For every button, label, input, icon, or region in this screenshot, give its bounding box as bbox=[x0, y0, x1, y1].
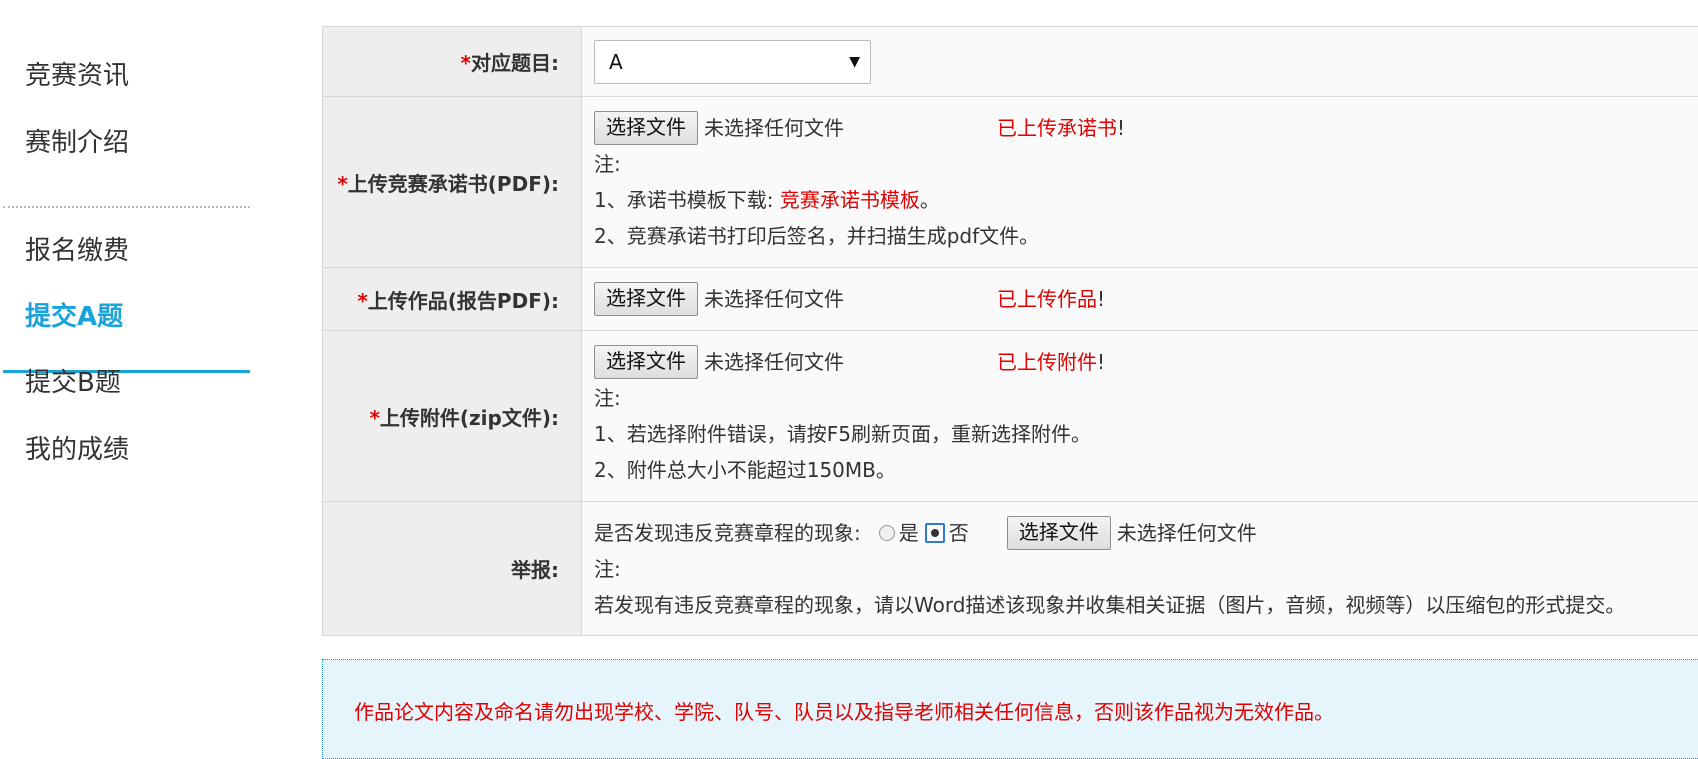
attachment-note-title: 注: bbox=[594, 380, 1698, 416]
required-mark: * bbox=[337, 172, 347, 196]
sidebar: 竞赛资讯 赛制介绍 报名缴费 提交A题 提交B题 我的成绩 bbox=[0, 0, 250, 739]
commitment-row: *上传竞赛承诺书(PDF): 选择文件 未选择任何文件 已上传承诺书! 注: 1… bbox=[323, 97, 1698, 268]
report-note-title: 注: bbox=[594, 551, 1698, 587]
report-row: 举报: 是否发现违反竞赛章程的现象: 是 否 选择文件 未选择任何文件 注: 若… bbox=[323, 502, 1698, 636]
topic-select[interactable]: A ▼ bbox=[594, 40, 871, 84]
attachment-note-1: 1、若选择附件错误，请按F5刷新页面，重新选择附件。 bbox=[594, 416, 1698, 452]
topic-row: *对应题目: A ▼ bbox=[323, 27, 1698, 97]
required-mark: * bbox=[461, 51, 471, 75]
sidebar-item-my-scores[interactable]: 我的成绩 bbox=[25, 429, 129, 466]
attachment-label: *上传附件(zip文件): bbox=[323, 331, 582, 502]
sidebar-item-rules[interactable]: 赛制介绍 bbox=[25, 122, 129, 159]
commitment-label: *上传竞赛承诺书(PDF): bbox=[323, 97, 582, 268]
commitment-choose-file-button[interactable]: 选择文件 bbox=[594, 111, 698, 145]
report-question: 是否发现违反竞赛章程的现象: bbox=[594, 515, 861, 551]
sidebar-item-news[interactable]: 竞赛资讯 bbox=[25, 55, 129, 92]
required-mark: * bbox=[357, 289, 367, 313]
report-no-label: 否 bbox=[949, 515, 969, 551]
commitment-note-2: 2、竞赛承诺书打印后签名，并扫描生成pdf文件。 bbox=[594, 218, 1698, 254]
report-choose-file-button[interactable]: 选择文件 bbox=[1007, 516, 1111, 550]
topic-select-value: A bbox=[609, 50, 623, 74]
work-uploaded-status: 已上传作品! bbox=[997, 281, 1105, 317]
report-label: 举报: bbox=[323, 502, 582, 636]
required-mark: * bbox=[369, 406, 379, 430]
commitment-template-link[interactable]: 竞赛承诺书模板 bbox=[780, 182, 920, 218]
notice-text: 作品论文内容及命名请勿出现学校、学院、队号、队员以及指导老师相关任何信息，否则该… bbox=[354, 696, 1334, 725]
report-note: 若发现有违反竞赛章程的现象，请以Word描述该现象并收集相关证据（图片，音频，视… bbox=[594, 587, 1698, 623]
attachment-uploaded-status: 已上传附件! bbox=[997, 344, 1105, 380]
work-label: *上传作品(报告PDF): bbox=[323, 268, 582, 331]
commitment-uploaded-status: 已上传承诺书! bbox=[997, 110, 1125, 146]
attachment-note-2: 2、附件总大小不能超过150MB。 bbox=[594, 452, 1698, 488]
attachment-choose-file-button[interactable]: 选择文件 bbox=[594, 345, 698, 379]
sidebar-item-registration[interactable]: 报名缴费 bbox=[25, 230, 129, 267]
commitment-note-1: 1、承诺书模板下载: 竞赛承诺书模板。 bbox=[594, 182, 1698, 218]
submission-form: *对应题目: A ▼ *上传竞赛承诺书(PDF): 选择文件 未选择任何文件 已… bbox=[322, 26, 1698, 636]
work-row: *上传作品(报告PDF): 选择文件 未选择任何文件 已上传作品! bbox=[323, 268, 1698, 331]
chevron-down-icon: ▼ bbox=[849, 41, 860, 83]
commitment-file-status: 未选择任何文件 bbox=[704, 110, 997, 146]
attachment-file-status: 未选择任何文件 bbox=[704, 344, 997, 380]
topic-label: *对应题目: bbox=[323, 27, 582, 97]
work-file-status: 未选择任何文件 bbox=[704, 281, 997, 317]
attachment-row: *上传附件(zip文件): 选择文件 未选择任何文件 已上传附件! 注: 1、若… bbox=[323, 331, 1698, 502]
sidebar-item-submit-a[interactable]: 提交A题 bbox=[25, 296, 123, 333]
report-yes-radio[interactable] bbox=[879, 525, 895, 541]
sidebar-item-submit-b[interactable]: 提交B题 bbox=[25, 362, 121, 399]
report-yes-label: 是 bbox=[899, 515, 919, 551]
work-choose-file-button[interactable]: 选择文件 bbox=[594, 282, 698, 316]
report-no-radio[interactable] bbox=[925, 523, 945, 543]
notice-box: 作品论文内容及命名请勿出现学校、学院、队号、队员以及指导老师相关任何信息，否则该… bbox=[322, 659, 1698, 759]
sidebar-divider bbox=[3, 206, 250, 208]
commitment-note-title: 注: bbox=[594, 146, 1698, 182]
report-file-status: 未选择任何文件 bbox=[1117, 515, 1410, 551]
